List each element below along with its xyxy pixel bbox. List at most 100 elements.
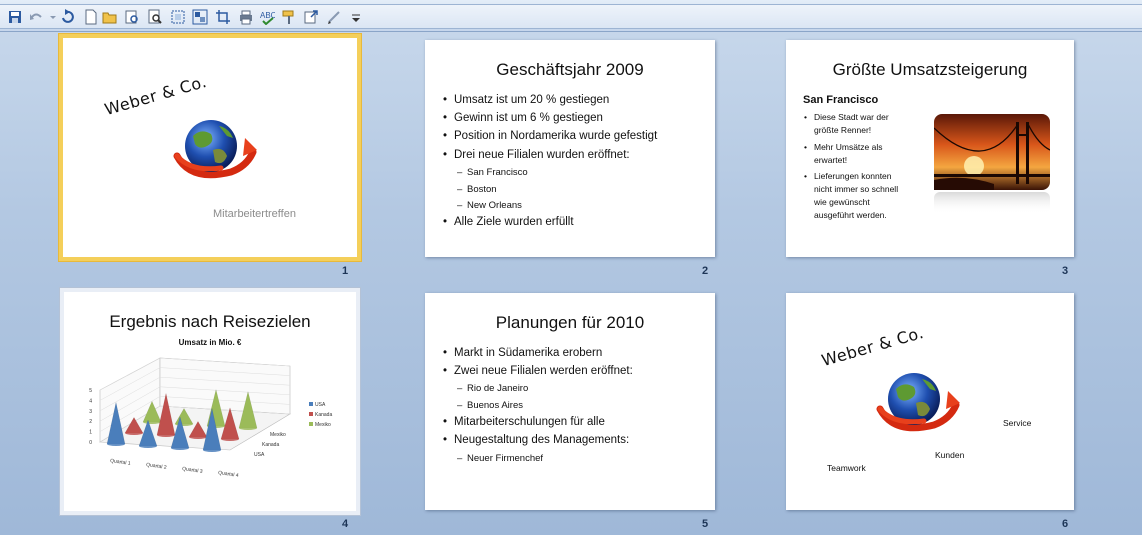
bullet-1-line-2: größte Renner! [814,125,872,135]
spelling-icon[interactable]: ABC [258,9,276,25]
slide-subtitle: Mitarbeitertreffen [213,208,296,220]
save-icon[interactable] [6,9,24,25]
depth-label: Mexiko [270,432,286,438]
new-icon[interactable] [82,9,100,25]
slide-title: Geschäftsjahr 2009 [496,60,644,79]
label-teamwork: Teamwork [827,463,866,473]
print-preview-icon[interactable] [123,9,141,25]
bullet-5: Alle Ziele wurden erfüllt [443,216,573,228]
y-tick-label: 2 [89,419,92,425]
globe-logo-icon [876,373,960,432]
y-tick-label: 1 [89,430,92,436]
slide-thumbnail-3[interactable]: Größte Umsatzsteigerung San Francisco Di… [786,40,1074,257]
cone-base [107,442,125,446]
slide-thumbnail-2[interactable]: Geschäftsjahr 2009 Umsatz ist um 20 % ge… [425,40,715,257]
customize-icon[interactable] [347,9,365,25]
bullet-3-line-1: Lieferungen konnten [814,171,892,181]
open-icon[interactable] [101,9,119,25]
slide-thumbnail-4[interactable]: Ergebnis nach Reisezielen Umsatz in Mio.… [60,288,360,515]
cone-base [189,435,207,439]
y-tick-label: 5 [89,388,92,394]
export-icon[interactable] [302,9,320,25]
logo-text: Weber & Co. [102,71,209,120]
chart-3d-cones: 0 1 2 3 4 5 Quartal 1 Quartal 2 Quartal 3 Quartal… [89,357,332,479]
bullet-1: Umsatz ist um 20 % gestiegen [443,94,609,106]
slide-thumbnail-1[interactable]: Weber & Co. Mitarbeitertreffen [59,34,361,261]
pen-icon[interactable] [325,9,343,25]
slide-title: Ergebnis nach Reisezielen [109,312,311,331]
depth-label: USA [254,452,265,458]
slide-thumbnail-6[interactable]: Weber & Co. Service Kunden Teamwork [786,293,1074,510]
bullet-3: Mitarbeiterschulungen für alle [443,416,605,428]
cone-base [171,446,189,450]
cone-base [139,444,157,448]
sub-bullet-3: New Orleans [457,200,522,211]
sub-bullet-1: San Francisco [457,167,528,178]
cone-base [157,433,175,437]
legend-swatch [309,402,313,406]
bullet-2: Gewinn ist um 6 % gestiegen [443,112,603,124]
slide-title: Planungen für 2010 [495,313,645,332]
bullet-3-line-2: nicht immer so schnell [814,184,899,194]
bullet-3-line-3: wie gewünscht [814,197,870,207]
bullet-2: Zwei neue Filialen werden eröffnet: [443,365,633,377]
y-tick-label: 4 [89,398,92,404]
depth-label: Kanada [262,442,279,448]
crop-icon[interactable] [214,9,232,25]
print-icon[interactable] [237,9,255,25]
slide-number-5: 5 [702,518,709,530]
legend-label: Mexiko [315,422,331,428]
sub-bullet-2: Buenos Aires [457,400,523,411]
legend-label: USA [315,402,326,408]
format-painter-icon[interactable] [280,9,298,25]
bullet-dot: • [804,112,807,122]
x-tick-label: Quartal 3 [182,466,203,475]
bullet-2-line-2: erwartet! [814,155,848,165]
slide-heading: San Francisco [803,94,879,106]
redo-icon[interactable] [58,9,76,25]
bullet-dot: • [804,142,807,152]
bullet-1: Markt in Südamerika erobern [443,347,602,359]
label-service: Service [1003,418,1032,428]
sub-bullet-2: Boston [457,184,496,195]
bullet-4: Drei neue Filialen wurden eröffnet: [443,149,630,161]
cone-base [125,431,143,435]
x-tick-label: Quartal 2 [146,462,167,471]
y-tick-label: 3 [89,409,92,415]
select-icon[interactable] [169,9,187,25]
sub-bullet-1: Rio de Janeiro [457,383,528,394]
bullet-3: Position in Nordamerika wurde gefestigt [443,130,657,142]
chart-title: Umsatz in Mio. € [178,338,242,347]
bullet-1-line-1: Diese Stadt war der [814,112,889,122]
legend-swatch [309,412,313,416]
sub-bullet-3: Neuer Firmenchef [457,453,543,464]
globe-logo-icon [173,120,257,179]
logo-text: Weber & Co. [819,322,926,371]
slide-title: Größte Umsatzsteigerung [832,60,1028,79]
slide-number-6: 6 [1062,518,1069,530]
undo-icon[interactable] [27,9,45,25]
x-tick-label: Quartal 4 [218,470,239,479]
bullet-4: Neugestaltung des Managements: [443,434,629,446]
cone-base [143,420,161,424]
slide-number-1: 1 [342,265,349,277]
label-kunden: Kunden [935,450,965,460]
quick-access-toolbar: ABC [0,0,1142,32]
preview-icon[interactable] [146,9,164,25]
slide-number-4: 4 [342,518,349,530]
golden-gate-photo [934,114,1050,214]
bullet-dot: • [804,171,807,181]
cone-base [221,437,239,441]
bullet-3-line-4: ausgeführt werden. [814,210,887,220]
group-icon[interactable] [191,9,209,25]
slide-number-3: 3 [1062,265,1069,277]
legend-label: Kanada [315,412,332,418]
y-tick-label: 0 [89,440,92,446]
slide-number-2: 2 [702,265,709,277]
chart-back-wall [159,357,291,415]
legend-swatch [309,422,313,426]
slide-thumbnail-5[interactable]: Planungen für 2010 Markt in Südamerika e… [425,293,715,510]
cone-base [239,426,257,430]
x-tick-label: Quartal 1 [110,458,131,467]
cone-base [203,448,221,452]
